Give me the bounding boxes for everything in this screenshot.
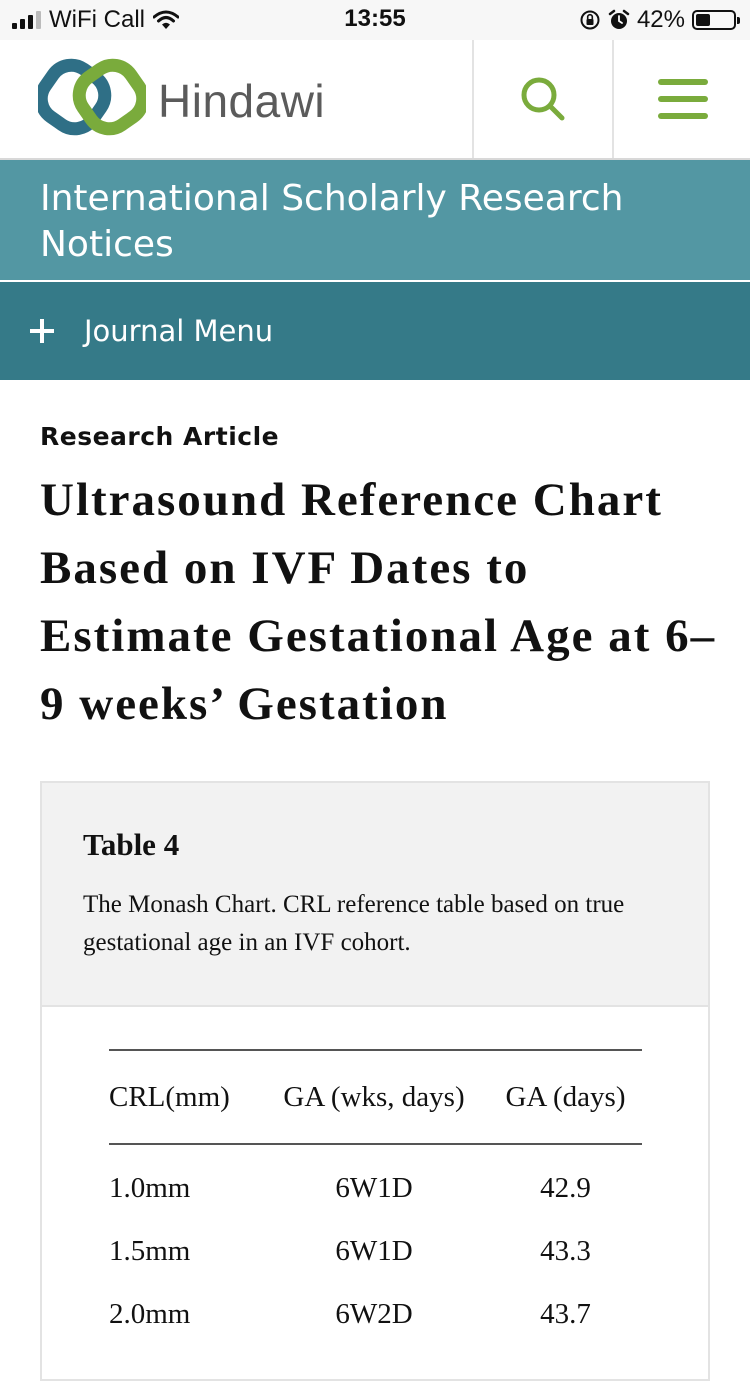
alarm-icon: [608, 9, 630, 29]
table-header-row: CRL(mm) GA (wks, days) GA (days): [109, 1049, 642, 1145]
site-header: Hindawi: [0, 40, 750, 160]
search-button[interactable]: [472, 40, 612, 158]
journal-menu-toggle[interactable]: Journal Menu: [0, 282, 750, 380]
article-type: Research Article: [40, 422, 280, 451]
search-icon: [521, 77, 565, 121]
brand-name[interactable]: Hindawi: [158, 74, 325, 128]
table-row: 1.0mm 6W1D 42.9: [109, 1144, 642, 1220]
status-bar: WiFi Call 13:55 42%: [0, 0, 750, 40]
plus-icon: [30, 319, 54, 343]
data-table: CRL(mm) GA (wks, days) GA (days) 1.0mm 6…: [109, 1049, 642, 1346]
cell-crl: 1.5mm: [109, 1235, 191, 1267]
column-header-crl: CRL(mm): [109, 1049, 259, 1145]
table-title: Table 4: [83, 827, 180, 862]
battery-icon: [692, 10, 740, 30]
table-row: 1.5mm 6W1D 43.3: [109, 1220, 642, 1283]
cell-ga-wks-days: 6W1D: [335, 1172, 413, 1204]
cell-ga-days: 43.7: [540, 1298, 591, 1330]
menu-button[interactable]: [612, 40, 750, 158]
hamburger-menu-icon: [658, 79, 708, 119]
hindawi-logo-icon[interactable]: [38, 58, 146, 138]
table-row: 2.0mm 6W2D 43.7: [109, 1283, 642, 1346]
status-right: 42%: [579, 6, 740, 34]
journal-menu-label: Journal Menu: [84, 314, 274, 348]
cell-ga-days: 42.9: [540, 1172, 591, 1204]
cell-crl: 2.0mm: [109, 1298, 191, 1330]
battery-percent: 42%: [636, 6, 685, 33]
table-card: Table 4 The Monash Chart. CRL reference …: [40, 781, 710, 1381]
article-title: Ultrasound Reference Chart Based on IVF …: [40, 474, 717, 730]
column-header-ga-wks-days: GA (wks, days): [259, 1049, 489, 1145]
journal-title[interactable]: International Scholarly Research Notices: [40, 176, 720, 268]
cell-ga-wks-days: 6W2D: [335, 1298, 413, 1330]
table-description: The Monash Chart. CRL reference table ba…: [83, 891, 625, 956]
journal-title-bar: International Scholarly Research Notices: [0, 160, 750, 280]
cell-crl: 1.0mm: [109, 1172, 191, 1204]
cell-ga-wks-days: 6W1D: [335, 1235, 413, 1267]
column-header-ga-days: GA (days): [489, 1049, 642, 1145]
rotation-lock-icon: [580, 10, 600, 30]
table-caption: Table 4 The Monash Chart. CRL reference …: [42, 783, 708, 1007]
cell-ga-days: 43.3: [540, 1235, 591, 1267]
